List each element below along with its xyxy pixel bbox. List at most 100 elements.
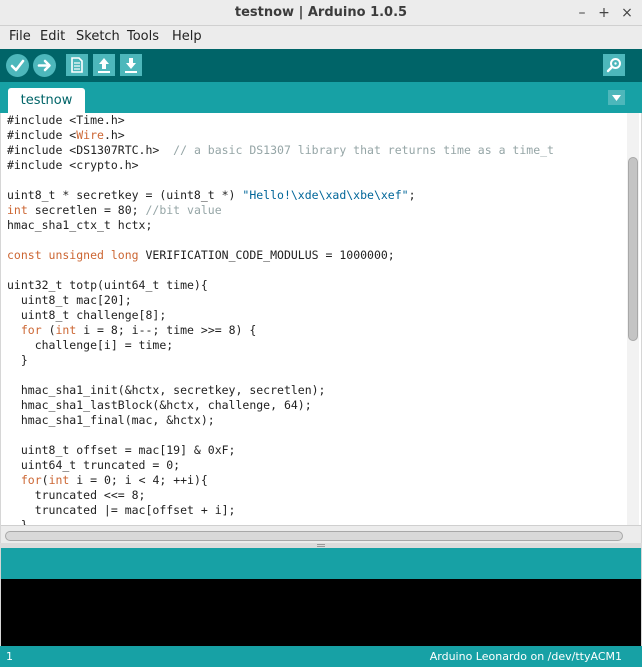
code-line: uint8_t * secretkey = (uint8_t *) "Hello… [7,188,554,203]
code-line: uint8_t offset = mac[19] & 0xF; [7,443,554,458]
code-token: hmac_sha1_lastBlock(&hctx, challenge, 64… [7,398,312,412]
code-token: challenge[i] = time; [7,338,174,352]
code-token: uint8_t challenge[8]; [7,308,167,322]
message-area [1,548,641,579]
code-line: hmac_sha1_init(&hctx, secretkey, secretl… [7,383,554,398]
new-button[interactable] [66,54,88,76]
code-token: } [7,353,28,367]
window-titlebar: testnow | Arduino 1.0.5 – + × [0,0,642,26]
code-line: #include <crypto.h> [7,158,554,173]
line-number: 1 [6,650,13,663]
verify-check-icon [10,59,25,72]
menu-file[interactable]: File [9,29,31,44]
code-line: uint8_t challenge[8]; [7,308,554,323]
code-string: "Hello!\xde\xad\xbe\xef" [242,188,409,202]
code-line: #include <Wire.h> [7,128,554,143]
menu-edit[interactable]: Edit [40,29,65,44]
code-token: #include <DS1307RTC.h> [7,143,174,157]
code-keyword: const unsigned long [7,248,139,262]
code-keyword: for [20,473,42,487]
code-token: truncated |= mac[offset + i]; [7,503,236,517]
code-token: uint32_t totp(uint64_t time){ [7,278,208,292]
code-line: uint8_t mac[20]; [7,293,554,308]
code-line: for (int i = 8; i--; time >>= 8) { [7,323,554,338]
code-line: truncated |= mac[offset + i]; [7,503,554,518]
code-keyword: int [7,203,28,217]
code-line: hmac_sha1_ctx_t hctx; [7,218,554,233]
code-keyword: for [20,323,42,337]
minimize-button[interactable]: – [572,3,592,23]
open-arrow-up-icon [98,58,110,73]
code-token: uint8_t offset = mac[19] & 0xF; [7,443,236,457]
upload-button[interactable] [33,54,56,77]
code-keyword: Wire [76,128,104,142]
menu-sketch[interactable]: Sketch [76,29,120,44]
code-line: uint32_t totp(uint64_t time){ [7,278,554,293]
board-port-info: Arduino Leonardo on /dev/ttyACM1 [429,650,622,663]
code-line: #include <Time.h> [7,113,554,128]
code-token: #include < [7,128,77,142]
code-line: for(int i = 0; i < 4; ++i){ [7,473,554,488]
code-line: truncated <<= 8; [7,488,554,503]
vertical-scroll-thumb[interactable] [628,157,638,341]
code-token: #include <crypto.h> [7,158,139,172]
code-line: hmac_sha1_final(mac, &hctx); [7,413,554,428]
new-document-icon [71,57,83,73]
save-button[interactable] [120,54,142,76]
code-text: #include <Time.h> #include <Wire.h> #inclu… [7,113,554,525]
editor-vertical-scrollbar[interactable] [627,113,639,525]
code-token: truncated <<= 8; [7,488,146,502]
code-token: ( [41,473,49,487]
code-line: uint64_t truncated = 0; [7,458,554,473]
code-token: ( [41,323,56,337]
maximize-button[interactable]: + [594,3,614,23]
code-token: hmac_sha1_ctx_t hctx; [7,218,153,232]
code-line: const unsigned long VERIFICATION_CODE_MO… [7,248,554,263]
code-token: uint8_t mac[20]; [7,293,132,307]
window-title: testnow | Arduino 1.0.5 [234,5,408,20]
splitter-grip-icon [317,544,325,547]
save-arrow-down-icon [125,58,137,73]
code-token: #include <Time.h> [7,113,125,127]
tab-testnow[interactable]: testnow [8,88,85,113]
code-token: hmac_sha1_final(mac, &hctx); [7,413,215,427]
close-button[interactable]: × [617,3,637,23]
code-token: i = 0; i < 4; ++i){ [69,473,208,487]
code-token: ; [408,188,416,202]
horizontal-scroll-thumb[interactable] [5,531,623,541]
code-line: } [7,518,554,525]
code-editor[interactable]: #include <Time.h> #include <Wire.h> #inclu… [1,113,641,525]
console-output [1,579,641,646]
code-keyword: int [55,323,77,337]
code-token: VERIFICATION_CODE_MODULUS = 1000000; [138,248,395,262]
editor-horizontal-scrollbar[interactable] [1,525,641,543]
code-keyword: int [48,473,70,487]
code-token: hmac_sha1_init(&hctx, secretkey, secretl… [7,383,326,397]
serial-monitor-button[interactable] [603,54,625,76]
code-token: .h> [103,128,125,142]
code-token: uint64_t truncated = 0; [7,458,181,472]
menu-bar: File Edit Sketch Tools Help [0,26,642,49]
status-bar: 1 Arduino Leonardo on /dev/ttyACM1 [0,646,642,667]
code-token: uint8_t * secretkey = (uint8_t *) [7,188,243,202]
code-comment: // a basic DS1307 library that returns t… [173,143,554,157]
code-line: challenge[i] = time; [7,338,554,353]
tab-menu-button[interactable] [608,90,625,105]
code-token: i = 8; i--; time >>= 8) { [76,323,257,337]
code-line: hmac_sha1_lastBlock(&hctx, challenge, 64… [7,398,554,413]
code-token: } [7,518,28,525]
code-line: #include <DS1307RTC.h> // a basic DS1307… [7,143,554,158]
verify-button[interactable] [6,54,29,77]
serial-monitor-magnifier-icon [606,58,621,73]
open-button[interactable] [93,54,115,76]
menu-help[interactable]: Help [172,29,202,44]
toolbar [0,49,642,82]
code-line: int secretlen = 80; //bit value [7,203,554,218]
menu-tools[interactable]: Tools [127,29,159,44]
